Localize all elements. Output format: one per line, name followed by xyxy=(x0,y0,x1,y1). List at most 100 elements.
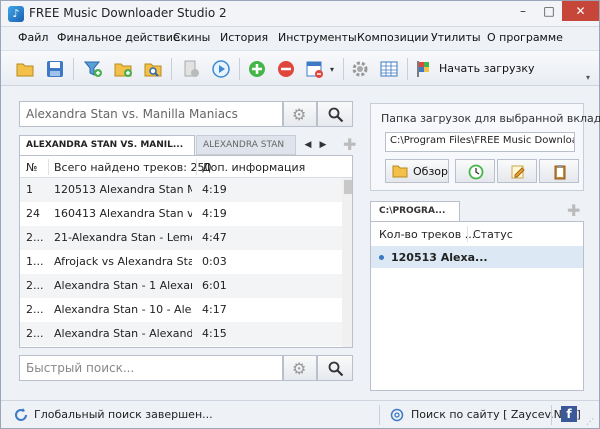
edit-button[interactable] xyxy=(497,159,537,183)
menu-bar: Файл Финальное действие Скины История Ин… xyxy=(1,28,599,48)
quick-search-button[interactable] xyxy=(317,355,353,381)
status-divider xyxy=(379,405,380,425)
save-button[interactable] xyxy=(43,58,67,80)
tab-search-active[interactable]: ALEXANDRA STAN VS. MANIL... xyxy=(19,135,195,155)
app-window: ♪ FREE Music Downloader Studio 2 – □ ✕ Ф… xyxy=(0,0,600,429)
add-folder-button[interactable] xyxy=(111,58,135,80)
play-button[interactable] xyxy=(209,58,233,80)
close-button[interactable]: ✕ xyxy=(562,1,599,21)
search-button[interactable] xyxy=(317,101,353,127)
toolbar-overflow-button[interactable]: ▾ xyxy=(586,73,590,82)
tab-search-inactive[interactable]: ALEXANDRA STAN xyxy=(196,135,296,155)
minimize-button[interactable]: – xyxy=(510,1,536,21)
row-number: 2... xyxy=(26,327,44,340)
row-title: Alexandra Stan - 10 - Alexa... xyxy=(54,303,192,316)
table-button[interactable] xyxy=(377,58,401,80)
menu-utilities[interactable]: Утилиты xyxy=(431,31,481,44)
queue-bullet-icon xyxy=(379,255,384,260)
queue-row[interactable]: 120513 Alexa... xyxy=(371,246,583,268)
toolbar-divider xyxy=(407,58,408,80)
download-queue-table: Кол-во треков ... Статус 120513 Alexa... xyxy=(370,221,584,391)
dropdown-list-icon xyxy=(306,61,323,78)
row-duration: 4:19 xyxy=(202,207,227,220)
start-download-label: Начать загрузку xyxy=(439,62,535,75)
tab-prev-button[interactable]: ◀ xyxy=(301,137,315,153)
remove-button[interactable] xyxy=(274,58,298,80)
maximize-button[interactable]: □ xyxy=(536,1,562,21)
quick-search-options-button[interactable]: ⚙ xyxy=(283,355,317,381)
title-bar: ♪ FREE Music Downloader Studio 2 – □ ✕ xyxy=(1,1,599,27)
resize-grip[interactable]: ⋰ xyxy=(586,417,594,426)
results-scrollbar[interactable] xyxy=(342,178,352,347)
remove-icon xyxy=(278,61,294,77)
menu-file[interactable]: Файл xyxy=(18,31,48,44)
column-divider xyxy=(48,159,49,175)
row-duration: 0:03 xyxy=(202,255,227,268)
column-title[interactable]: Всего найдено треков: 250 xyxy=(54,161,211,174)
file-info-button[interactable] xyxy=(179,58,203,80)
quick-search-input[interactable]: Быстрый поиск... xyxy=(19,355,283,381)
toolbar-divider xyxy=(73,58,74,80)
search-options-button[interactable]: ⚙ xyxy=(283,101,317,127)
menu-skins[interactable]: Скины xyxy=(173,31,210,44)
tab-next-button[interactable]: ▶ xyxy=(316,137,330,153)
table-icon xyxy=(380,61,398,77)
table-row[interactable]: 2... Alexandra Stan - 10 - Alexa... 4:17 xyxy=(20,298,342,322)
tab-download-path[interactable]: C:\PROGRA... xyxy=(370,201,460,221)
add-download-tab-button[interactable]: ✚ xyxy=(567,201,580,220)
queue-row-name: 120513 Alexa... xyxy=(391,251,488,264)
toolbar: ▾ Начать загрузку ▾ xyxy=(1,50,599,86)
search-input[interactable]: Alexandra Stan vs. Manilla Maniacs xyxy=(19,101,283,127)
download-panel: Папка загрузок для выбранной вкладки: C:… xyxy=(368,101,600,391)
table-row[interactable]: 2...Alexandra Stan - Alexandra ...4:26 xyxy=(20,346,342,347)
menu-final-action[interactable]: Финальное действие xyxy=(57,31,180,44)
open-button[interactable] xyxy=(13,58,37,80)
search-folder-icon xyxy=(144,63,162,77)
table-row[interactable]: 2... 21-Alexandra Stan - Lemon... 4:47 xyxy=(20,226,342,250)
search-icon xyxy=(328,361,344,377)
column-number[interactable]: № xyxy=(26,161,37,174)
row-duration: 4:47 xyxy=(202,231,227,244)
table-row[interactable]: 24 160413 Alexandra Stan vs ... 4:19 xyxy=(20,202,342,226)
row-title: Alexandra Stan - Alexandra ... xyxy=(54,327,192,340)
table-row[interactable]: 2... Alexandra Stan - Alexandra ... 4:15 xyxy=(20,322,342,346)
add-button[interactable] xyxy=(245,58,269,80)
app-logo-icon: ♪ xyxy=(8,6,24,22)
download-folder-path[interactable]: C:\Program Files\FREE Music Downloac xyxy=(385,132,575,152)
site-search-link[interactable]: Поиск по сайту [ Zaycev.Net ] xyxy=(411,408,581,421)
search-icon xyxy=(328,107,344,123)
row-title: Alexandra Stan - 1 Alexandr... xyxy=(54,279,192,292)
table-row[interactable]: 1... Afrojack vs Alexandra Stan ... 0:03 xyxy=(20,250,342,274)
row-duration: 4:15 xyxy=(202,327,227,340)
add-folder-icon xyxy=(114,63,132,77)
add-filter-button[interactable] xyxy=(81,58,105,80)
table-row[interactable]: 2... Alexandra Stan - 1 Alexandr... 6:01 xyxy=(20,274,342,298)
file-info-icon xyxy=(184,60,199,77)
facebook-icon[interactable]: f xyxy=(561,406,577,422)
table-row[interactable]: 1 120513 Alexandra Stan Man... 4:19 xyxy=(20,178,342,202)
menu-tools[interactable]: Инструменты xyxy=(278,31,357,44)
clipboard-button[interactable] xyxy=(539,159,579,183)
column-status[interactable]: Статус xyxy=(473,228,513,241)
browse-label: Обзор xyxy=(413,165,449,178)
menu-tracks[interactable]: Композиции xyxy=(357,31,429,44)
menu-about[interactable]: О программе xyxy=(487,31,563,44)
add-icon xyxy=(249,61,265,77)
gear-icon: ⚙ xyxy=(292,359,307,378)
column-track-count[interactable]: Кол-во треков ... xyxy=(379,228,475,241)
row-title: 120513 Alexandra Stan Man... xyxy=(54,183,192,196)
settings-button[interactable] xyxy=(348,58,372,80)
menu-history[interactable]: История xyxy=(220,31,268,44)
row-title: Afrojack vs Alexandra Stan ... xyxy=(54,255,192,268)
history-button[interactable] xyxy=(455,159,495,183)
clock-refresh-icon xyxy=(468,164,484,180)
search-folder-button[interactable] xyxy=(141,58,165,80)
clipboard-icon xyxy=(554,165,566,180)
browse-button[interactable]: Обзор xyxy=(385,159,449,183)
row-duration: 4:17 xyxy=(202,303,227,316)
add-tab-button[interactable]: ✚ xyxy=(343,135,356,154)
column-info[interactable]: Доп. информация xyxy=(202,161,305,174)
scrollbar-thumb[interactable] xyxy=(344,180,352,194)
list-dropdown-button[interactable]: ▾ xyxy=(303,58,339,80)
column-divider xyxy=(467,226,468,242)
